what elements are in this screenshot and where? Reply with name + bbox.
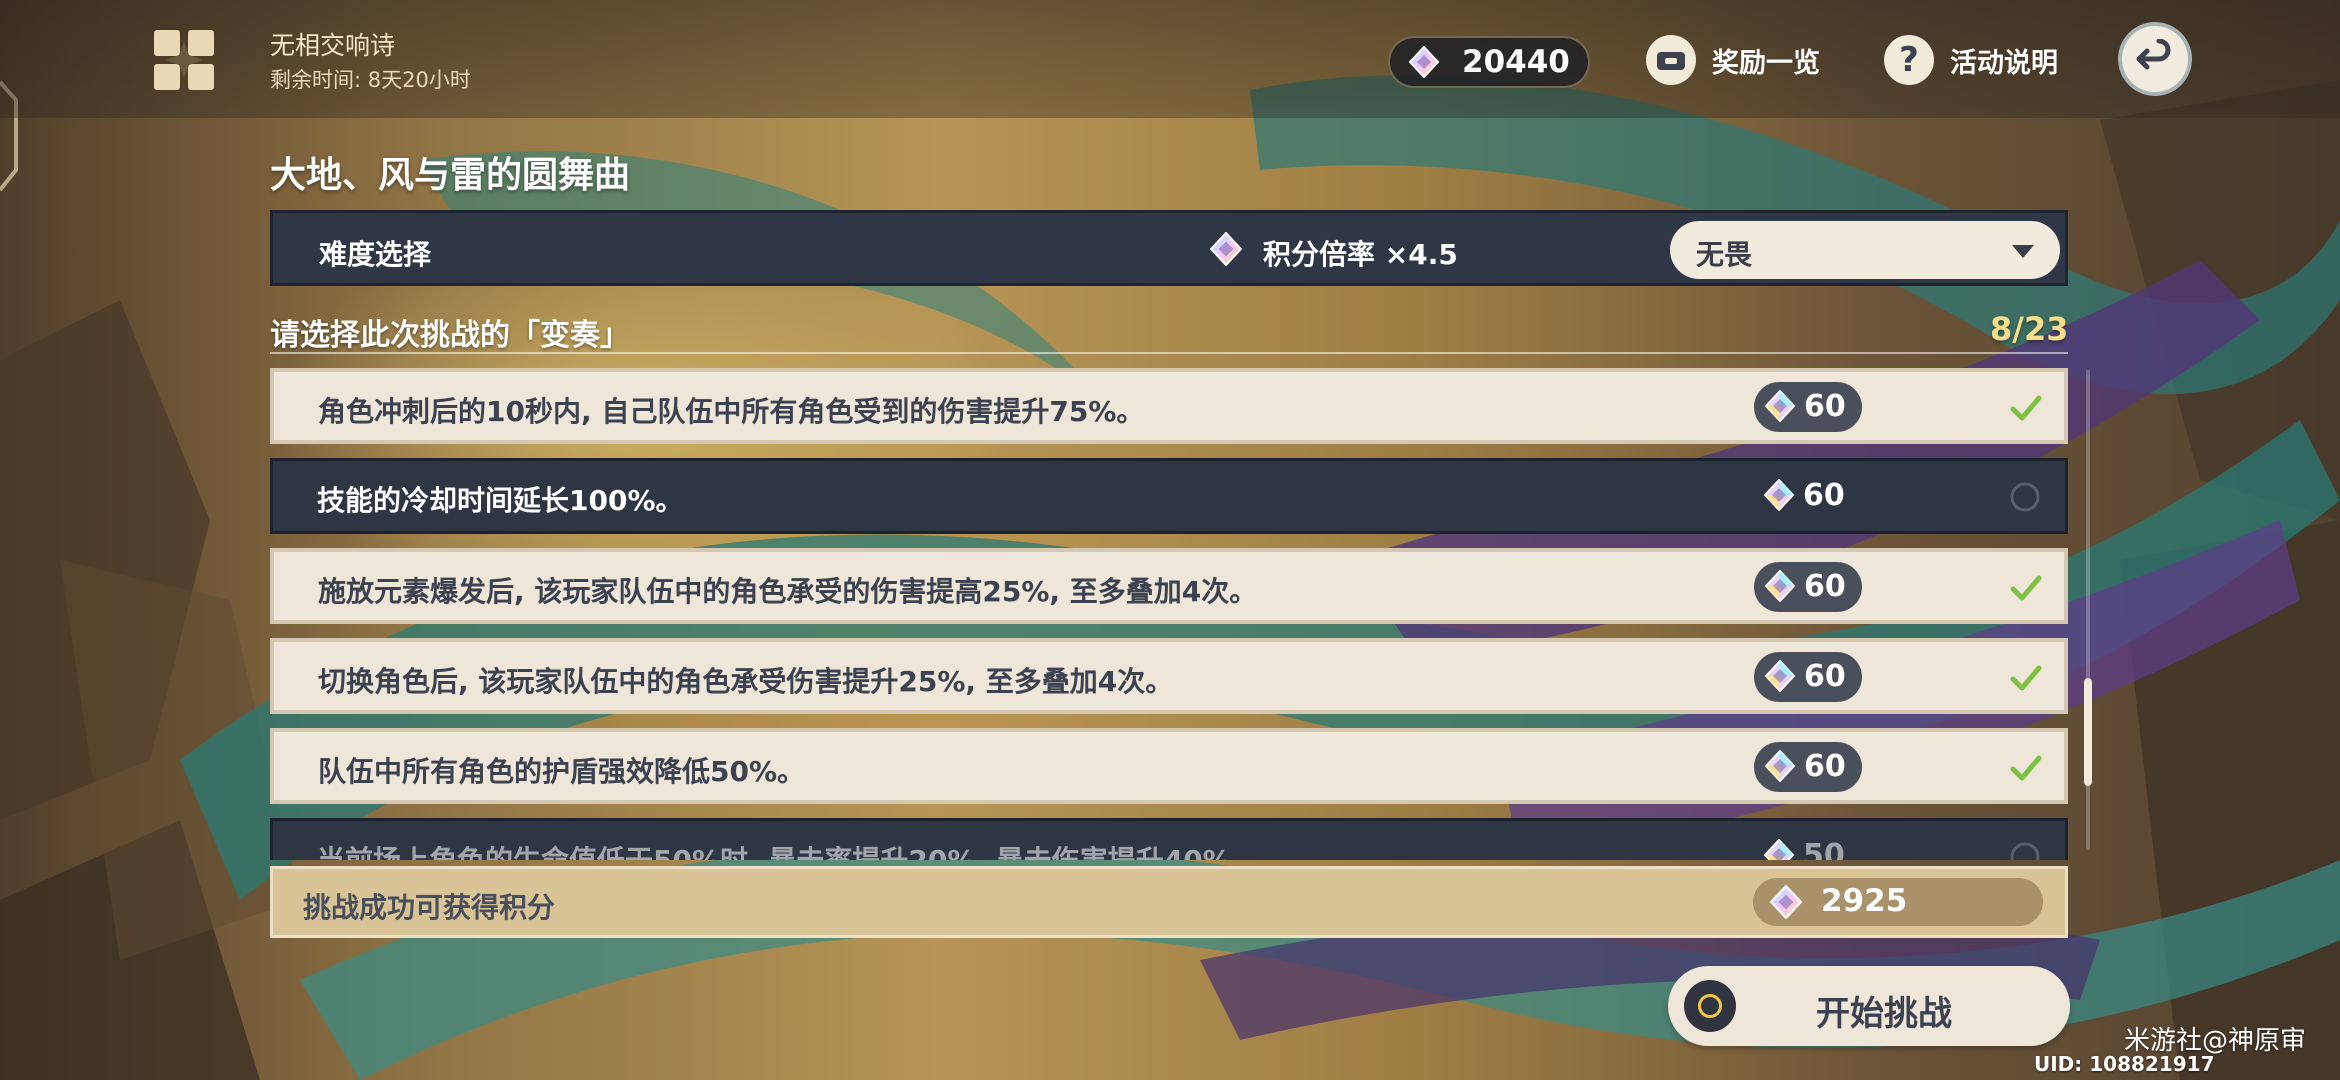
prism-gem-icon <box>1763 478 1795 515</box>
variation-text: 切换角色后, 该玩家队伍中的角色承受伤害提升25%, 至多叠加4次。 <box>318 665 1174 698</box>
variation-row[interactable]: 当前场上角色的生命值低于50%时, 暴击率提升20%, 暴击伤害提升40%。 50 <box>270 818 2068 860</box>
variation-points: 60 <box>1754 562 1862 612</box>
difficulty-bar: 难度选择 积分倍率 ×4.5 无畏 <box>270 210 2068 286</box>
difficulty-label: 难度选择 <box>319 238 432 271</box>
gift-box-icon <box>1646 35 1696 85</box>
event-menu-icon[interactable] <box>152 28 216 92</box>
total-points-label: 挑战成功可获得积分 <box>303 891 556 924</box>
currency-counter: 20440 <box>1388 36 1590 88</box>
score-multiplier: 积分倍率 ×4.5 <box>1263 238 1458 271</box>
rewards-overview-button[interactable]: 奖励一览 <box>1646 32 1820 88</box>
event-remaining-time: 剩余时间: 8天20小时 <box>270 68 471 92</box>
prism-gem-icon <box>1408 45 1440 82</box>
prism-gem-icon <box>1764 749 1796 786</box>
back-button[interactable] <box>2118 22 2192 96</box>
prism-gem-icon <box>1764 659 1796 696</box>
scrollbar-thumb[interactable] <box>2084 678 2092 786</box>
back-arrow-icon <box>2136 39 2171 70</box>
event-info-button[interactable]: ? 活动说明 <box>1884 32 2058 88</box>
variation-points-value: 60 <box>1804 659 1846 694</box>
total-points-bar: 挑战成功可获得积分 2925 <box>270 866 2068 938</box>
variation-points: 60 <box>1754 742 1862 792</box>
variation-list[interactable]: 角色冲刺后的10秒内, 自己队伍中所有角色受到的伤害提升75%。 60 技能的冷却时… <box>270 368 2068 860</box>
prism-gem-icon <box>1763 838 1795 860</box>
checkmark-icon <box>2010 752 2042 784</box>
variation-count: 8/23 <box>1990 310 2069 348</box>
start-challenge-button[interactable]: 开始挑战 <box>1668 966 2070 1046</box>
variation-points: 50 <box>1753 831 1861 860</box>
start-circle-icon <box>1684 980 1736 1032</box>
total-points-value: 2925 <box>1821 883 1908 919</box>
variation-points-value: 50 <box>1803 838 1845 860</box>
dropdown-arrow-icon <box>2012 245 2034 258</box>
event-title: 无相交响诗 <box>270 31 396 60</box>
variation-text: 队伍中所有角色的护盾强效降低50%。 <box>318 755 806 788</box>
divider <box>270 352 2068 354</box>
variation-points-value: 60 <box>1804 389 1846 424</box>
top-bar: 无相交响诗 剩余时间: 8天20小时 20440 奖励一览 ? 活动说明 <box>0 0 2340 118</box>
prism-gem-icon <box>1209 231 1243 270</box>
variation-text: 施放元素爆发后, 该玩家队伍中的角色承受的伤害提高25%, 至多叠加4次。 <box>318 575 1258 608</box>
checkmark-icon <box>2010 392 2042 424</box>
event-info-label: 活动说明 <box>1950 47 2058 79</box>
start-challenge-label: 开始挑战 <box>1816 994 1952 1034</box>
variation-row[interactable]: 角色冲刺后的10秒内, 自己队伍中所有角色受到的伤害提升75%。 60 <box>270 368 2068 444</box>
checkmark-icon <box>2010 572 2042 604</box>
difficulty-selected-value: 无畏 <box>1696 238 1753 271</box>
question-mark-icon: ? <box>1884 35 1934 85</box>
variation-row[interactable]: 切换角色后, 该玩家队伍中的角色承受伤害提升25%, 至多叠加4次。 60 <box>270 638 2068 714</box>
difficulty-dropdown[interactable]: 无畏 <box>1670 221 2060 279</box>
currency-value: 20440 <box>1462 44 1570 80</box>
variation-row[interactable]: 施放元素爆发后, 该玩家队伍中的角色承受的伤害提高25%, 至多叠加4次。 60 <box>270 548 2068 624</box>
variation-row[interactable]: 队伍中所有角色的护盾强效降低50%。 60 <box>270 728 2068 804</box>
prism-gem-icon <box>1764 389 1796 426</box>
variation-text: 角色冲刺后的10秒内, 自己队伍中所有角色受到的伤害提升75%。 <box>318 395 1145 428</box>
prism-gem-icon <box>1769 884 1803 923</box>
variation-points: 60 <box>1754 382 1862 432</box>
rewards-overview-label: 奖励一览 <box>1712 47 1820 79</box>
stage-title: 大地、风与雷的圆舞曲 <box>270 155 631 196</box>
variation-text: 当前场上角色的生命值低于50%时, 暴击率提升20%, 暴击伤害提升40%。 <box>317 839 1259 860</box>
total-points-pill: 2925 <box>1753 878 2043 926</box>
variation-row[interactable]: 技能的冷却时间延长100%。 60 <box>270 458 2068 534</box>
empty-circle-icon <box>2009 841 2041 860</box>
variation-points: 60 <box>1753 471 1861 521</box>
variation-points-value: 60 <box>1804 749 1846 784</box>
empty-circle-icon <box>2009 481 2041 513</box>
variation-points-value: 60 <box>1804 569 1846 604</box>
variation-points: 60 <box>1754 652 1862 702</box>
variation-text: 技能的冷却时间延长100%。 <box>317 484 684 517</box>
variation-points-value: 60 <box>1803 478 1845 513</box>
variation-prompt: 请选择此次挑战的「变奏」 <box>270 318 630 353</box>
prism-gem-icon <box>1764 569 1796 606</box>
checkmark-icon <box>2010 662 2042 694</box>
uid-label: UID: 108821917 <box>2034 1052 2215 1076</box>
